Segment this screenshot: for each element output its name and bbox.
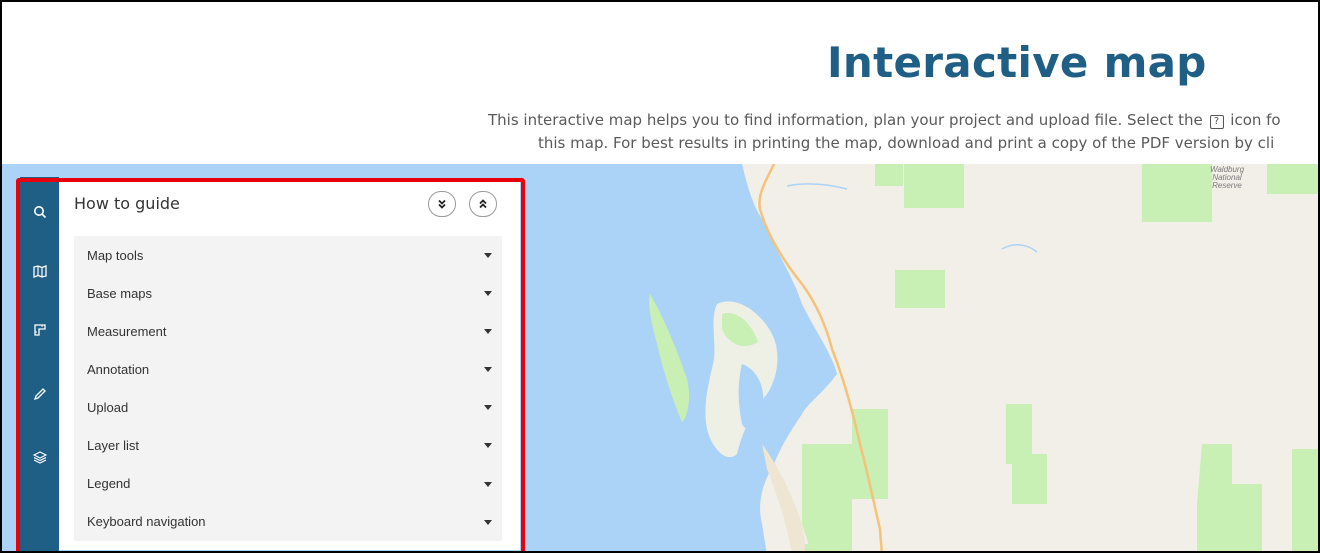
double-chevron-up-icon [479, 199, 487, 209]
caret-down-icon [484, 253, 492, 258]
accordion-item-keyboard-navigation[interactable]: Keyboard navigation [74, 503, 502, 541]
accordion-item-annotation[interactable]: Annotation [74, 350, 502, 388]
accordion-item-map-tools[interactable]: Map tools [74, 236, 502, 274]
caret-down-icon [484, 367, 492, 373]
accordion-item-upload[interactable]: Upload [74, 388, 502, 426]
pencil-icon [33, 388, 46, 401]
accordion-item-base-maps[interactable]: Base maps [74, 274, 502, 312]
basemap-button[interactable] [20, 251, 59, 291]
page-frame: Interactive map This interactive map hel… [0, 0, 1320, 553]
caret-down-icon [484, 481, 492, 487]
collapse-all-button[interactable] [469, 191, 497, 217]
description-line-1: This interactive map helps you to find i… [488, 111, 1281, 129]
park [805, 544, 829, 551]
page-description: This interactive map helps you to find i… [488, 109, 1318, 155]
expand-all-button[interactable] [428, 191, 456, 217]
panel-title: How to guide [74, 194, 180, 213]
caret-down-icon [484, 291, 492, 297]
accordion-item-measurement[interactable]: Measurement [74, 312, 502, 350]
park [895, 270, 945, 308]
tool-sidebar [20, 177, 59, 551]
search-icon [33, 206, 46, 219]
double-chevron-down-icon [438, 199, 446, 209]
page-title: Interactive map [827, 38, 1207, 87]
map-icon [32, 264, 47, 278]
park [1292, 449, 1318, 551]
accordion-item-legend[interactable]: Legend [74, 465, 502, 503]
search-button[interactable] [20, 192, 59, 232]
description-line-2: this map. For best results in printing t… [538, 134, 1275, 152]
how-to-guide-panel: How to guide Map tools Base maps Measure… [59, 178, 520, 550]
measure-button[interactable] [20, 310, 59, 350]
accordion-item-layer-list[interactable]: Layer list [74, 426, 502, 464]
park [1267, 164, 1318, 194]
guide-accordion: Map tools Base maps Measurement Annotati… [74, 236, 502, 541]
layers-icon [32, 451, 47, 464]
layers-button[interactable] [20, 437, 59, 477]
park [904, 164, 964, 208]
caret-down-icon [484, 519, 492, 525]
park [875, 164, 903, 186]
caret-down-icon [484, 443, 492, 449]
reserve-label: Waldburg National Reserve [1209, 165, 1245, 190]
draw-button[interactable] [20, 374, 59, 414]
caret-down-icon [484, 329, 492, 335]
caret-down-icon [484, 405, 492, 411]
ruler-icon [33, 324, 46, 336]
help-icon: ? [1209, 115, 1224, 129]
